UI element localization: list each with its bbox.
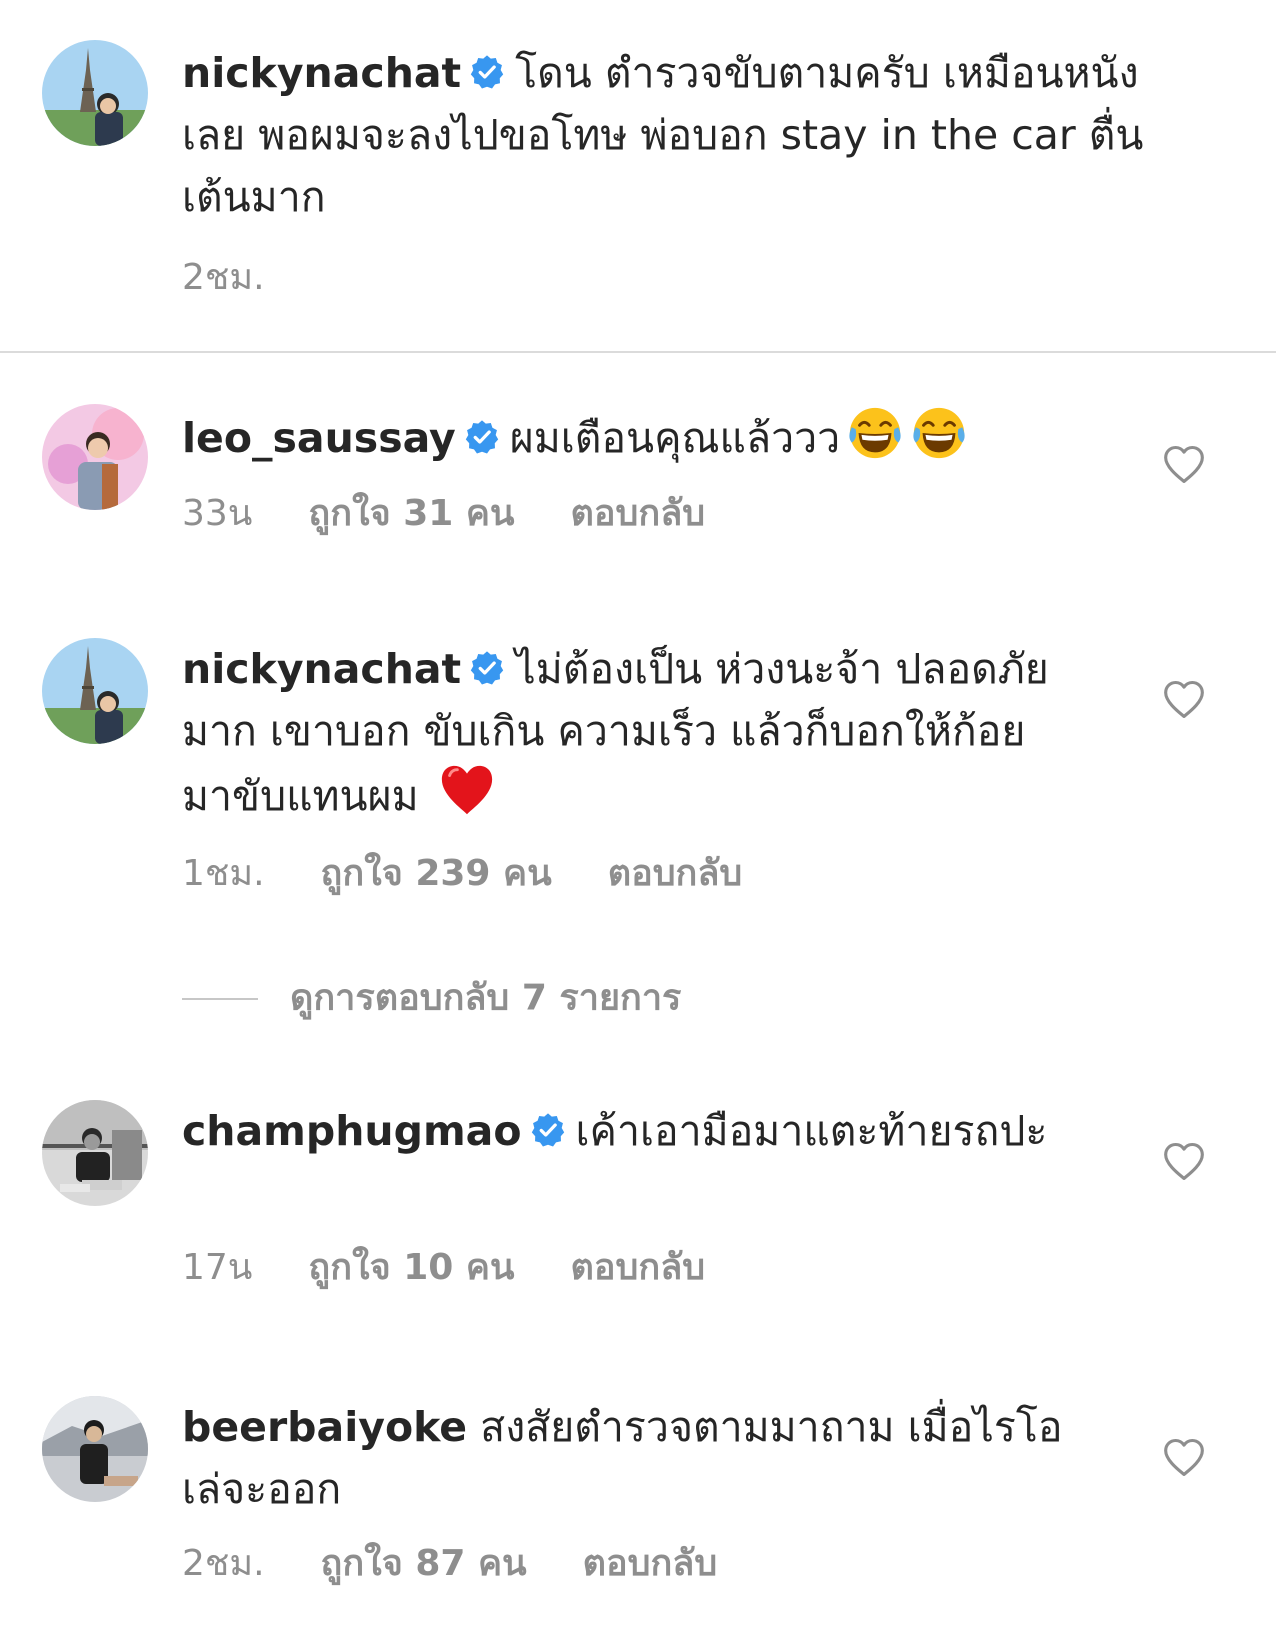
reply-button[interactable]: ตอบกลับ: [608, 850, 743, 898]
view-replies-line: [182, 997, 258, 1000]
likes-count[interactable]: ถูกใจ 87 คน: [321, 1540, 527, 1588]
username[interactable]: beerbaiyoke: [182, 1403, 467, 1451]
username[interactable]: champhugmao: [182, 1107, 522, 1155]
comment-body: เค้าเอามือมาแตะท้ายรถปะ: [575, 1107, 1048, 1155]
heart-outline-icon[interactable]: [1162, 678, 1206, 720]
verified-badge-icon: [469, 54, 505, 90]
comment-text: leo_saussay ผมเตือนคุณแล้ววว: [182, 404, 1142, 469]
likes-count[interactable]: ถูกใจ 10 คน: [308, 1244, 514, 1292]
comment-time[interactable]: 2ชม.: [182, 1540, 265, 1588]
avatar[interactable]: [42, 40, 148, 146]
tears-of-joy-emoji: [910, 404, 968, 462]
view-replies-label[interactable]: ดูการตอบกลับ 7 รายการ: [290, 978, 681, 1019]
divider: [0, 351, 1276, 353]
view-replies-button[interactable]: ดูการตอบกลับ 7 รายการ: [182, 970, 681, 1026]
username[interactable]: nickynachat: [182, 49, 461, 97]
comment-time[interactable]: 1ชม.: [182, 850, 265, 898]
likes-count[interactable]: ถูกใจ 31 คน: [308, 490, 514, 538]
heart-outline-icon[interactable]: [1162, 1436, 1206, 1478]
reply-button[interactable]: ตอบกลับ: [583, 1540, 718, 1588]
comment-meta: 17น ถูกใจ 10 คน ตอบกลับ: [182, 1244, 705, 1292]
likes-count[interactable]: ถูกใจ 239 คน: [321, 850, 552, 898]
comment-meta: 33น ถูกใจ 31 คน ตอบกลับ: [182, 490, 705, 538]
verified-badge-icon: [469, 650, 505, 686]
comment-text: nickynachat ไม่ต้องเป็น ห่วงนะจ้า ปลอดภัย…: [182, 638, 1062, 827]
comment-time[interactable]: 2ชม.: [182, 254, 265, 302]
red-heart-emoji: [438, 762, 496, 820]
avatar[interactable]: [42, 638, 148, 744]
comment-meta: 1ชม. ถูกใจ 239 คน ตอบกลับ: [182, 850, 742, 898]
comment-meta: 2ชม. ถูกใจ 87 คน ตอบกลับ: [182, 1540, 717, 1588]
comment-text: beerbaiyoke สงสัยตำรวจตามมาถาม เมื่อไรโอ…: [182, 1396, 1082, 1520]
avatar[interactable]: [42, 1100, 148, 1206]
avatar[interactable]: [42, 1396, 148, 1502]
username[interactable]: leo_saussay: [182, 414, 456, 462]
comment-text: champhugmao เค้าเอามือมาแตะท้ายรถปะ: [182, 1100, 1062, 1162]
reply-button[interactable]: ตอบกลับ: [571, 490, 706, 538]
heart-outline-icon[interactable]: [1162, 443, 1206, 485]
username[interactable]: nickynachat: [182, 645, 461, 693]
verified-badge-icon: [530, 1112, 566, 1148]
reply-button[interactable]: ตอบกลับ: [571, 1244, 706, 1292]
avatar[interactable]: [42, 404, 148, 510]
comment-text: nickynachat โดน ตำรวจขับตามครับ เหมือนหนั…: [182, 42, 1192, 228]
verified-badge-icon: [464, 419, 500, 455]
comment-body: ผมเตือนคุณแล้ววว: [509, 414, 841, 462]
comment-meta: 2ชม.: [182, 254, 321, 302]
comment-time[interactable]: 33น: [182, 490, 252, 538]
comment-time[interactable]: 17น: [182, 1244, 252, 1292]
heart-outline-icon[interactable]: [1162, 1140, 1206, 1182]
tears-of-joy-emoji: [846, 404, 904, 462]
